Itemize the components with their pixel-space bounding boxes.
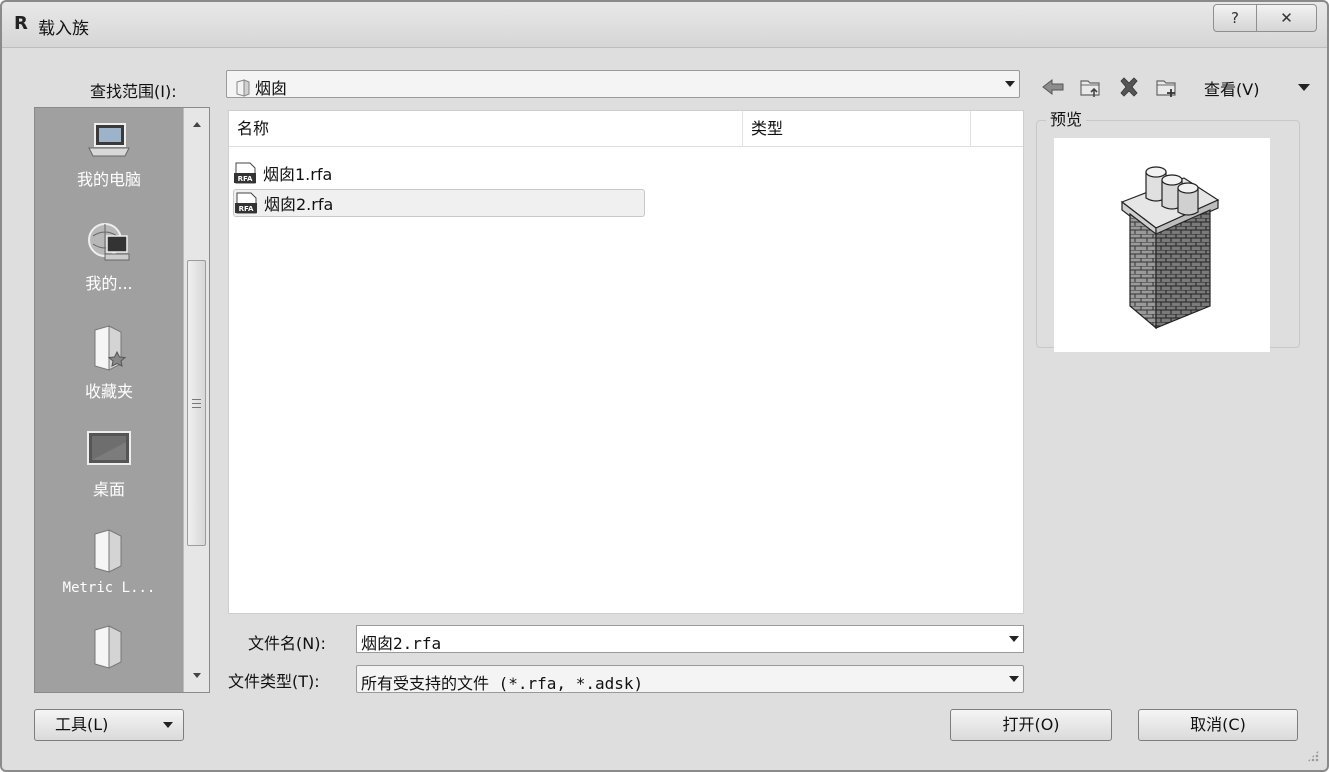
look-in-label: 查找范围(I): — [90, 82, 177, 101]
place-desktop[interactable]: 桌面 — [35, 428, 183, 500]
tools-button-label: 工具(L) — [55, 715, 109, 734]
desktop-icon — [87, 431, 131, 465]
place-my-computer[interactable]: 我的电脑 — [35, 120, 183, 190]
view-menu[interactable]: 查看(V) — [1204, 76, 1259, 100]
up-folder-icon — [1080, 80, 1100, 97]
place-label: 收藏夹 — [84, 382, 133, 401]
window-title: 载入族 — [38, 19, 89, 39]
computer-icon — [88, 123, 130, 157]
folder-icon — [236, 79, 250, 97]
scroll-thumb[interactable] — [187, 260, 206, 546]
network-computer-icon — [88, 223, 130, 261]
title-bar[interactable]: R 载入族 ? ✕ — [2, 2, 1327, 48]
look-in-combo[interactable]: 烟囱 — [226, 70, 1020, 98]
place-folder[interactable] — [35, 624, 183, 676]
place-network[interactable]: 我的... — [35, 220, 183, 294]
back-arrow-icon — [1042, 78, 1064, 96]
places-bar: 我的电脑 我的... 收藏夹 桌面 Metric L... — [34, 107, 210, 693]
back-button[interactable] — [1034, 72, 1072, 102]
column-header: 名称 类型 — [229, 111, 1023, 147]
file-name-value: 烟囱2.rfa — [361, 634, 442, 653]
chimney-model-preview — [1120, 166, 1220, 330]
open-button[interactable]: 打开(O) — [950, 709, 1112, 741]
look-in-folder-name: 烟囱 — [255, 79, 288, 98]
scroll-up-arrow-icon[interactable] — [193, 122, 201, 127]
load-family-dialog: R 载入族 ? ✕ 查找范围(I): 烟囱 查看(V) 我的电脑 我的... 收… — [0, 0, 1329, 772]
cancel-button[interactable]: 取消(C) — [1138, 709, 1298, 741]
close-icon: ✕ — [1280, 9, 1293, 27]
open-button-label: 打开(O) — [1002, 715, 1060, 734]
chevron-down-icon[interactable] — [1009, 636, 1019, 642]
file-type-select[interactable]: 所有受支持的文件 (*.rfa, *.adsk) — [356, 665, 1024, 693]
column-name[interactable]: 名称 — [229, 111, 743, 147]
file-row-selected[interactable]: RFA 烟囱2.rfa — [233, 189, 645, 217]
tools-button[interactable]: 工具(L) — [34, 709, 184, 741]
column-type-label: 类型 — [751, 119, 784, 138]
folder-icon — [94, 529, 122, 573]
chevron-down-icon — [1009, 676, 1019, 682]
help-button[interactable]: ? — [1213, 4, 1257, 32]
file-name-input[interactable]: 烟囱2.rfa — [356, 625, 1024, 653]
cancel-button-label: 取消(C) — [1190, 715, 1246, 734]
column-type[interactable]: 类型 — [743, 111, 971, 147]
rfa-file-icon: RFA — [235, 192, 257, 214]
file-type-value: 所有受支持的文件 (*.rfa, *.adsk) — [361, 674, 644, 693]
folder-icon — [94, 625, 122, 669]
file-list[interactable]: 名称 类型 RFA 烟囱1.rfa RFA 烟囱2.rfa — [228, 110, 1024, 614]
up-folder-button[interactable] — [1072, 72, 1110, 102]
delete-icon — [1120, 77, 1138, 97]
revit-logo-icon: R — [14, 13, 28, 34]
place-favorites[interactable]: 收藏夹 — [35, 324, 183, 402]
place-label: Metric L... — [62, 580, 156, 596]
preview-label: 预览 — [1046, 106, 1087, 130]
place-metric-library[interactable]: Metric L... — [35, 528, 183, 596]
column-name-label: 名称 — [237, 119, 270, 138]
view-menu-chevron-icon[interactable] — [1298, 84, 1310, 91]
chevron-down-icon — [163, 722, 173, 728]
close-button[interactable]: ✕ — [1257, 4, 1317, 32]
title-buttons: ? ✕ — [1213, 4, 1317, 32]
rfa-file-icon: RFA — [234, 162, 256, 184]
preview-image — [1054, 138, 1270, 352]
delete-button[interactable] — [1110, 72, 1148, 102]
places-scrollbar[interactable] — [183, 108, 209, 692]
new-folder-button[interactable] — [1148, 72, 1186, 102]
file-row[interactable]: RFA 烟囱1.rfa — [233, 159, 645, 187]
file-name-label: 文件名(N): — [248, 634, 326, 653]
place-label: 我的电脑 — [76, 170, 141, 189]
help-icon: ? — [1231, 9, 1239, 27]
places-list: 我的电脑 我的... 收藏夹 桌面 Metric L... — [35, 108, 183, 692]
resize-grip-icon[interactable] — [1307, 750, 1319, 762]
place-label: 我的... — [85, 274, 133, 293]
svg-text:RFA: RFA — [238, 175, 253, 183]
file-name: 烟囱2.rfa — [264, 195, 334, 214]
svg-text:RFA: RFA — [239, 205, 254, 213]
file-name: 烟囱1.rfa — [263, 165, 333, 184]
new-folder-icon — [1156, 80, 1176, 97]
favorites-folder-icon — [94, 325, 127, 371]
file-type-label: 文件类型(T): — [228, 672, 320, 691]
look-in-value: 烟囱 — [235, 75, 287, 99]
chevron-down-icon — [1005, 81, 1015, 87]
grip-icon — [192, 399, 201, 408]
place-label: 桌面 — [92, 480, 125, 499]
scroll-down-arrow-icon[interactable] — [193, 673, 201, 678]
navigation-toolbar — [1034, 72, 1186, 102]
